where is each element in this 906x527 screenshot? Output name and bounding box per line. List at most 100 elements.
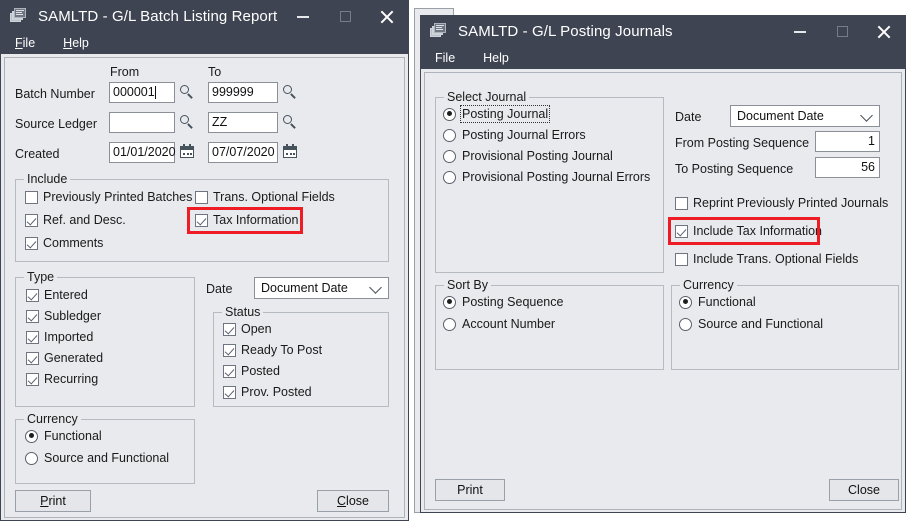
radio-functional[interactable]: Functional: [25, 429, 102, 443]
checkbox-ready-to-post[interactable]: Ready To Post: [223, 343, 322, 357]
right-window-menubar[interactable]: File Help: [421, 47, 905, 69]
source-ledger-to-input[interactable]: ZZ: [208, 112, 278, 133]
checkbox-include-tax-information[interactable]: Include Tax Information: [675, 224, 822, 238]
radio-provisional-posting-journal[interactable]: Provisional Posting Journal: [443, 149, 613, 163]
checkbox-label: Include Tax Information: [693, 224, 823, 238]
created-from-value: 01/01/2020: [113, 145, 176, 160]
radio-label: Provisional Posting Journal: [462, 149, 613, 163]
right-window-titlebar[interactable]: SAMLTD - G/L Posting Journals: [421, 16, 905, 47]
date-dropdown-right[interactable]: Document Date: [730, 105, 880, 127]
radio-label: Posting Sequence: [462, 295, 564, 309]
close-button[interactable]: [863, 16, 905, 47]
radio-source-and-functional[interactable]: Source and Functional: [25, 451, 169, 465]
created-from-calendar-icon[interactable]: [180, 144, 195, 159]
batch-number-from-value: 000001: [113, 85, 155, 100]
checkbox-entered[interactable]: Entered: [26, 288, 88, 302]
date-label: Date: [206, 282, 233, 296]
to-posting-sequence-input[interactable]: 56: [815, 157, 880, 178]
checkbox-previously-printed-batches[interactable]: Previously Printed Batches: [25, 190, 192, 204]
checkbox-imported[interactable]: Imported: [26, 330, 93, 344]
checkbox-posted[interactable]: Posted: [223, 364, 280, 378]
checkbox-label: Comments: [43, 236, 104, 250]
checkbox-label: Ref. and Desc.: [43, 213, 126, 227]
source-ledger-to-value: ZZ: [212, 115, 228, 130]
close-button[interactable]: [366, 1, 408, 32]
batch-listing-report-window[interactable]: SAMLTD - G/L Batch Listing Report File H…: [0, 0, 409, 521]
maximize-button[interactable]: [821, 16, 863, 47]
print-button-right[interactable]: Print: [435, 479, 505, 501]
radio-posting-journal[interactable]: Posting Journal: [443, 105, 551, 123]
radio-posting-journal-errors[interactable]: Posting Journal Errors: [443, 128, 586, 142]
radio-label: Functional: [698, 295, 756, 309]
menu-help[interactable]: Help: [63, 36, 89, 50]
checkbox-generated[interactable]: Generated: [26, 351, 103, 365]
radio-source-and-functional-right[interactable]: Source and Functional: [679, 317, 823, 331]
checkbox-label: Tax Information: [213, 213, 299, 227]
checkbox-ref-and-desc[interactable]: Ref. and Desc.: [25, 213, 126, 227]
source-ledger-label: Source Ledger: [15, 117, 98, 131]
created-from-input[interactable]: 01/01/2020: [109, 142, 176, 163]
menu-help[interactable]: Help: [483, 51, 509, 65]
menu-file[interactable]: File: [435, 51, 455, 65]
checkbox-prov-posted[interactable]: Prov. Posted: [223, 385, 312, 399]
minimize-button[interactable]: [779, 16, 821, 47]
created-to-input[interactable]: 07/07/2020: [208, 142, 278, 163]
batch-number-to-value: 999999: [212, 85, 254, 100]
batch-number-from-input[interactable]: 000001: [109, 82, 175, 103]
date-label-right: Date: [675, 110, 702, 124]
date-dropdown-value: Document Date: [737, 109, 824, 123]
right-window-title: SAMLTD - G/L Posting Journals: [458, 23, 673, 40]
checkbox-subledger[interactable]: Subledger: [26, 309, 101, 323]
print-button[interactable]: Print: [15, 490, 91, 512]
checkbox-recurring[interactable]: Recurring: [26, 372, 98, 386]
chevron-down-icon: [860, 109, 873, 122]
menu-file[interactable]: File: [15, 36, 35, 50]
created-label: Created: [15, 147, 60, 161]
checkbox-label: Prov. Posted: [241, 385, 312, 399]
checkbox-label: Posted: [241, 364, 280, 378]
checkbox-trans-optional-fields[interactable]: Trans. Optional Fields: [195, 190, 335, 204]
batch-number-from-magnifier-icon[interactable]: [179, 84, 195, 100]
radio-posting-sequence[interactable]: Posting Sequence: [443, 295, 563, 309]
source-ledger-from-magnifier-icon[interactable]: [179, 114, 195, 130]
checkbox-label: Generated: [44, 351, 104, 365]
radio-functional-right[interactable]: Functional: [679, 295, 756, 309]
checkbox-tax-information[interactable]: Tax Information: [195, 213, 298, 227]
source-ledger-from-input[interactable]: [109, 112, 175, 133]
from-column-header: From: [110, 65, 140, 79]
radio-provisional-posting-journal-errors[interactable]: Provisional Posting Journal Errors: [443, 170, 650, 184]
from-posting-sequence-value: 1: [868, 134, 875, 149]
from-posting-sequence-label: From Posting Sequence: [675, 136, 810, 150]
date-dropdown[interactable]: Document Date: [254, 277, 389, 299]
checkbox-label: Entered: [44, 288, 88, 302]
screen: SAMLTD - G/L Batch Listing Report File H…: [0, 0, 906, 527]
right-window-controls[interactable]: [779, 16, 905, 47]
posting-journals-window[interactable]: SAMLTD - G/L Posting Journals File Help …: [420, 15, 906, 513]
checkbox-open[interactable]: Open: [223, 322, 272, 336]
close-button-left[interactable]: Close: [317, 490, 389, 512]
left-window-menubar[interactable]: File Help: [1, 32, 408, 54]
to-posting-sequence-label: To Posting Sequence: [675, 162, 794, 176]
text-caret: [154, 86, 156, 99]
radio-account-number[interactable]: Account Number: [443, 317, 555, 331]
select-journal-group: Select Journal: [435, 90, 664, 273]
batch-number-to-input[interactable]: 999999: [208, 82, 278, 103]
checkbox-label: Subledger: [44, 309, 101, 323]
left-window-controls[interactable]: [282, 1, 408, 32]
close-button-right[interactable]: Close: [829, 479, 899, 501]
checkbox-reprint-previously-printed-journals[interactable]: Reprint Previously Printed Journals: [675, 196, 888, 210]
minimize-button[interactable]: [282, 1, 324, 32]
source-ledger-to-magnifier-icon[interactable]: [282, 114, 298, 130]
maximize-button[interactable]: [324, 1, 366, 32]
checkbox-include-trans-optional-fields[interactable]: Include Trans. Optional Fields: [675, 252, 858, 266]
checkbox-comments[interactable]: Comments: [25, 236, 103, 250]
currency-group-title: Currency: [680, 278, 737, 292]
batch-number-to-magnifier-icon[interactable]: [282, 84, 298, 100]
from-posting-sequence-input[interactable]: 1: [815, 131, 880, 152]
left-window-titlebar[interactable]: SAMLTD - G/L Batch Listing Report: [1, 1, 408, 32]
created-to-calendar-icon[interactable]: [283, 144, 298, 159]
checkbox-label: Trans. Optional Fields: [213, 190, 335, 204]
radio-label: Source and Functional: [44, 451, 170, 465]
checkbox-label: Recurring: [44, 372, 99, 386]
batch-number-label: Batch Number: [15, 87, 95, 101]
